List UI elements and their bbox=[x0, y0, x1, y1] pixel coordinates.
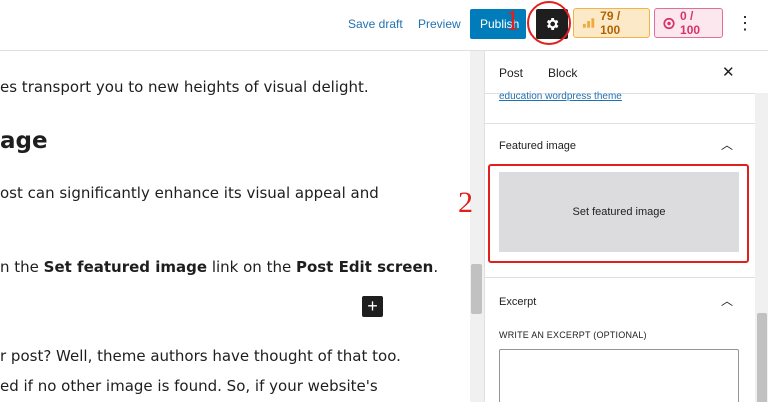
paragraph-line[interactable]: n the Set featured image link on the Pos… bbox=[0, 258, 438, 276]
text-span: link on the bbox=[207, 258, 296, 276]
close-icon[interactable]: ✕ bbox=[722, 63, 735, 81]
excerpt-label: WRITE AN EXCERPT (OPTIONAL) bbox=[499, 330, 647, 340]
readability-score-icon bbox=[663, 17, 675, 29]
annotation-number-2: 2 bbox=[458, 186, 473, 219]
text-span: . bbox=[433, 258, 439, 276]
save-draft-button[interactable]: Save draft bbox=[348, 17, 403, 31]
paragraph-line[interactable]: es transport you to new heights of visua… bbox=[0, 78, 369, 96]
excerpt-panel-title[interactable]: Excerpt bbox=[499, 296, 536, 308]
tab-block[interactable]: Block bbox=[548, 66, 577, 80]
bold-text: Post Edit screen bbox=[295, 258, 434, 276]
heading-block[interactable]: age bbox=[0, 128, 48, 154]
sidebar-scrollbar-thumb[interactable] bbox=[757, 313, 767, 402]
tab-post[interactable]: Post bbox=[499, 66, 523, 80]
readability-score-button[interactable]: 0 / 100 bbox=[654, 8, 723, 38]
post-editor-canvas[interactable]: es transport you to new heights of visua… bbox=[0, 51, 470, 402]
chevron-up-icon[interactable]: ︿ bbox=[721, 292, 733, 309]
editor-scrollbar-thumb[interactable] bbox=[471, 264, 482, 314]
divider bbox=[485, 123, 768, 124]
paragraph-line[interactable]: r post? Well, theme authors have thought… bbox=[0, 347, 401, 365]
chevron-up-icon[interactable]: ︿ bbox=[721, 136, 733, 153]
seo-score-button[interactable]: 79 / 100 bbox=[573, 8, 650, 38]
featured-image-panel-title[interactable]: Featured image bbox=[499, 140, 576, 152]
template-link[interactable]: education wordpress theme bbox=[499, 91, 622, 102]
more-options-icon[interactable]: ⋮ bbox=[736, 12, 754, 34]
divider bbox=[485, 277, 768, 278]
editor-scrollbar[interactable] bbox=[470, 51, 484, 402]
paragraph-line[interactable]: ed if no other image is found. So, if yo… bbox=[0, 377, 378, 395]
paragraph-line[interactable]: ost can significantly enhance its visual… bbox=[0, 184, 379, 202]
preview-button[interactable]: Preview bbox=[418, 17, 461, 31]
excerpt-textarea[interactable] bbox=[499, 349, 739, 402]
annotation-circle bbox=[527, 1, 571, 45]
editor-top-toolbar: Save draft Preview Publish 79 / 100 0 / … bbox=[0, 0, 768, 51]
seo-score-value: 79 / 100 bbox=[600, 9, 621, 37]
annotation-rectangle bbox=[488, 164, 749, 263]
plus-icon[interactable]: + bbox=[362, 296, 383, 317]
sidebar-tabs: Post Block ✕ bbox=[485, 51, 768, 94]
seo-score-icon bbox=[582, 18, 595, 28]
bold-text: Set featured image bbox=[43, 258, 208, 276]
text-span: n the bbox=[0, 258, 44, 276]
readability-score-value: 0 / 100 bbox=[680, 9, 701, 37]
annotation-number-1: 1 bbox=[505, 4, 520, 37]
